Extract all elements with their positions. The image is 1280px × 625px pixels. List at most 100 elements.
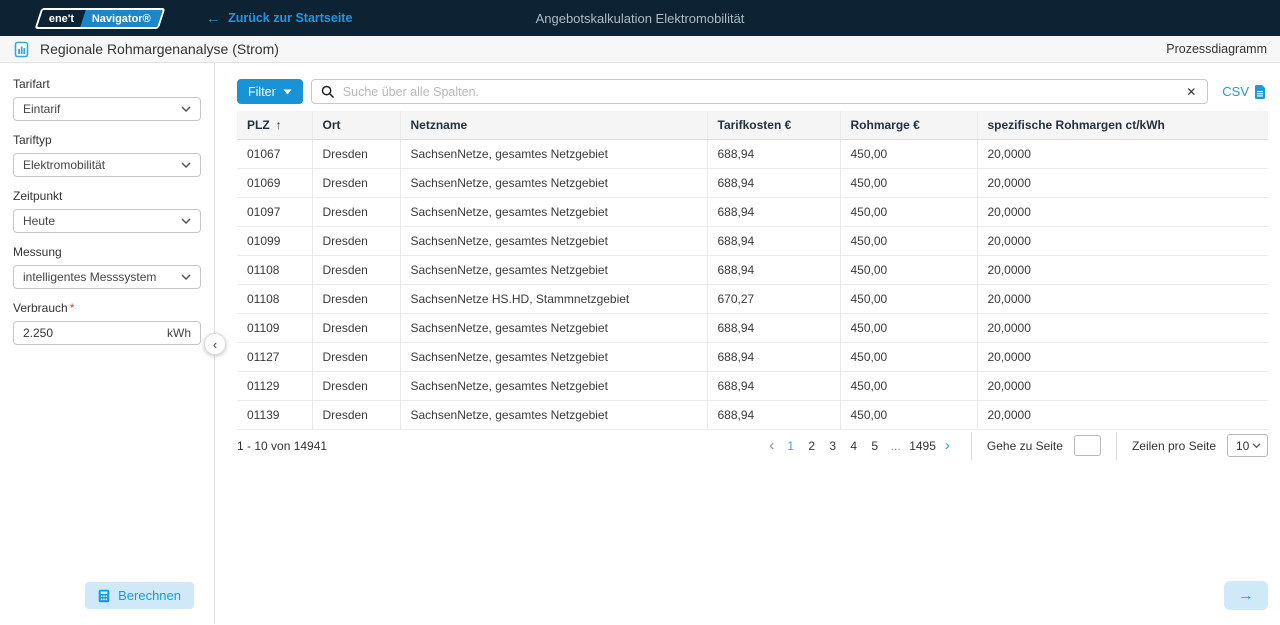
sort-ascending-icon: ↑ <box>276 118 282 132</box>
table-cell: 20,0000 <box>977 284 1268 313</box>
pagination-bar: 1 - 10 von 14941 ‹ 12345... 1495 › Gehe z… <box>237 430 1268 462</box>
table-row[interactable]: 01067DresdenSachsenNetze, gesamtes Netzg… <box>237 139 1268 168</box>
column-header[interactable]: PLZ↑ <box>237 111 312 139</box>
table-cell: SachsenNetze, gesamtes Netzgebiet <box>400 226 707 255</box>
column-header-label: Ort <box>323 118 341 132</box>
column-header[interactable]: Ort <box>312 111 400 139</box>
table-cell: 20,0000 <box>977 371 1268 400</box>
table-cell: 670,27 <box>707 284 840 313</box>
topbar-title: Angebotskalkulation Elektromobilität <box>536 11 745 26</box>
table-cell: Dresden <box>312 342 400 371</box>
goto-page-input[interactable] <box>1074 435 1101 456</box>
chevron-down-icon <box>181 162 191 169</box>
table-row[interactable]: 01108DresdenSachsenNetze, gesamtes Netzg… <box>237 255 1268 284</box>
report-document-icon <box>13 41 30 58</box>
messung-label: Messung <box>13 245 201 259</box>
filter-button[interactable]: Filter <box>237 79 303 104</box>
table-cell: 01067 <box>237 139 312 168</box>
table-cell: 01069 <box>237 168 312 197</box>
search-box: ✕ <box>311 79 1208 104</box>
zeitpunkt-select[interactable]: Heute <box>13 209 201 233</box>
goto-page-label: Gehe zu Seite <box>987 439 1063 453</box>
page-number[interactable]: 2 <box>804 439 819 453</box>
table-cell: 01108 <box>237 284 312 313</box>
page-header-bar: Regionale Rohmargenanalyse (Strom) Proze… <box>0 36 1280 63</box>
results-range-text: 1 - 10 von 14941 <box>237 439 327 453</box>
search-icon <box>321 85 335 99</box>
logo-brand-segment: ene't <box>37 10 86 27</box>
clear-search-icon[interactable]: ✕ <box>1184 85 1198 99</box>
table-cell: SachsenNetze HS.HD, Stammnetzgebiet <box>400 284 707 313</box>
table-cell: 20,0000 <box>977 139 1268 168</box>
csv-export-link[interactable]: CSV <box>1222 84 1266 99</box>
table-cell: SachsenNetze, gesamtes Netzgebiet <box>400 371 707 400</box>
column-header[interactable]: Tarifkosten € <box>707 111 840 139</box>
column-header[interactable]: Rohmarge € <box>840 111 977 139</box>
table-toolbar: Filter ✕ CSV <box>237 79 1268 104</box>
back-to-start-link[interactable]: ← Zurück zur Startseite <box>206 10 352 26</box>
next-step-button[interactable]: → <box>1224 581 1268 610</box>
column-header[interactable]: Netzname <box>400 111 707 139</box>
table-row[interactable]: 01069DresdenSachsenNetze, gesamtes Netzg… <box>237 168 1268 197</box>
chevron-down-icon <box>1252 443 1261 449</box>
page-number[interactable]: 3 <box>825 439 840 453</box>
next-page-icon[interactable]: › <box>939 438 956 453</box>
table-row[interactable]: 01129DresdenSachsenNetze, gesamtes Netzg… <box>237 371 1268 400</box>
sidebar-collapse-button[interactable]: ‹ <box>204 333 226 355</box>
table-cell: SachsenNetze, gesamtes Netzgebiet <box>400 197 707 226</box>
topbar: ene't Navigator® ← Zurück zur Startseite… <box>0 0 1280 36</box>
messung-value: intelligentes Messsystem <box>23 270 156 284</box>
page-number[interactable]: 5 <box>867 439 882 453</box>
table-row[interactable]: 01127DresdenSachsenNetze, gesamtes Netzg… <box>237 342 1268 371</box>
table-cell: Dresden <box>312 226 400 255</box>
tarifart-select[interactable]: Eintarif <box>13 97 201 121</box>
table-row[interactable]: 01109DresdenSachsenNetze, gesamtes Netzg… <box>237 313 1268 342</box>
table-cell: 20,0000 <box>977 400 1268 429</box>
column-header-label: Netzname <box>411 118 468 132</box>
content-area: Tarifart Eintarif Tariftyp Elektromobili… <box>0 63 1280 624</box>
page-title: Regionale Rohmargenanalyse (Strom) <box>40 41 279 57</box>
chevron-down-icon <box>181 274 191 281</box>
table-cell: Dresden <box>312 168 400 197</box>
table-cell: 450,00 <box>840 371 977 400</box>
tariftyp-select[interactable]: Elektromobilität <box>13 153 201 177</box>
table-cell: 20,0000 <box>977 197 1268 226</box>
page-number[interactable]: 4 <box>846 439 861 453</box>
table-cell: 450,00 <box>840 139 977 168</box>
column-header[interactable]: spezifische Rohmargen ct/kWh <box>977 111 1268 139</box>
page-ellipsis: ... <box>888 439 903 453</box>
table-cell: SachsenNetze, gesamtes Netzgebiet <box>400 342 707 371</box>
tarifart-label: Tarifart <box>13 77 201 91</box>
table-row[interactable]: 01108DresdenSachsenNetze HS.HD, Stammnet… <box>237 284 1268 313</box>
previous-page-icon[interactable]: ‹ <box>763 438 780 453</box>
verbrauch-label-text: Verbrauch <box>13 301 68 315</box>
prozessdiagramm-link[interactable]: Prozessdiagramm <box>1166 42 1267 56</box>
table-cell: Dresden <box>312 313 400 342</box>
back-arrow-icon: ← <box>206 10 220 26</box>
table-row[interactable]: 01099DresdenSachsenNetze, gesamtes Netzg… <box>237 226 1268 255</box>
table-row[interactable]: 01139DresdenSachsenNetze, gesamtes Netzg… <box>237 400 1268 429</box>
table-cell: 01108 <box>237 255 312 284</box>
table-cell: 20,0000 <box>977 313 1268 342</box>
rows-per-page-select[interactable]: 10 <box>1227 434 1268 457</box>
table-row[interactable]: 01097DresdenSachsenNetze, gesamtes Netzg… <box>237 197 1268 226</box>
field-tarifart: Tarifart Eintarif <box>13 77 201 121</box>
messung-select[interactable]: intelligentes Messsystem <box>13 265 201 289</box>
page-number[interactable]: 1 <box>783 439 798 453</box>
rows-per-page-label: Zeilen pro Seite <box>1132 439 1216 453</box>
caret-down-icon <box>283 89 292 95</box>
table-cell: SachsenNetze, gesamtes Netzgebiet <box>400 139 707 168</box>
page-number[interactable]: 1495 <box>909 439 936 453</box>
required-asterisk: * <box>70 301 75 315</box>
verbrauch-input[interactable] <box>23 326 167 340</box>
enet-navigator-logo[interactable]: ene't Navigator® <box>35 8 166 29</box>
berechnen-button[interactable]: Berechnen <box>85 582 194 609</box>
table-cell: 450,00 <box>840 255 977 284</box>
field-tariftyp: Tariftyp Elektromobilität <box>13 133 201 177</box>
table-cell: 20,0000 <box>977 255 1268 284</box>
field-zeitpunkt: Zeitpunkt Heute <box>13 189 201 233</box>
logo-product-text: Navigator® <box>92 12 151 24</box>
table-cell: 01127 <box>237 342 312 371</box>
search-input[interactable] <box>343 85 1176 99</box>
berechnen-button-label: Berechnen <box>118 588 181 603</box>
